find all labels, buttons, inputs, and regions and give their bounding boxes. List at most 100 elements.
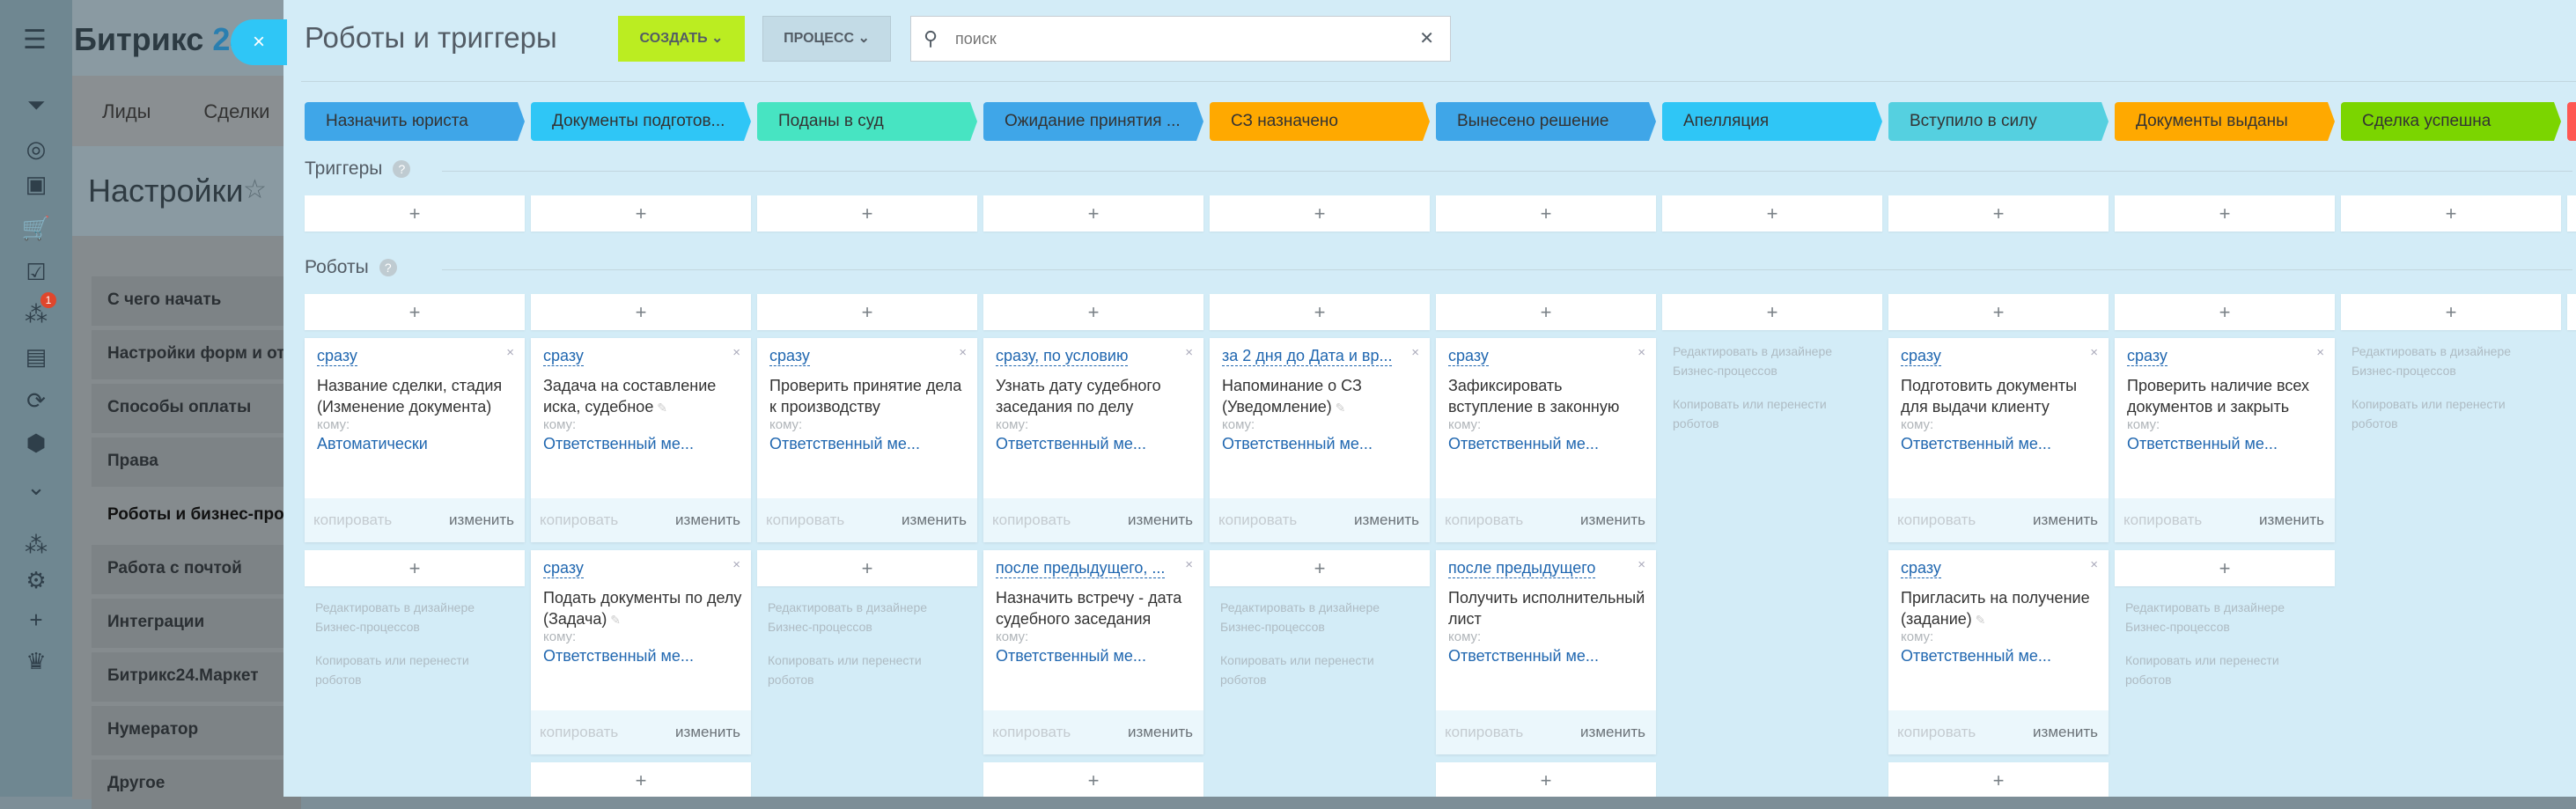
add-robot-button[interactable]: +: [305, 550, 525, 586]
add-robot-button[interactable]: +: [2341, 294, 2561, 330]
copy-move-robots-link[interactable]: Копировать или перенести роботов: [1673, 394, 1872, 433]
edit-button[interactable]: изменить: [1128, 511, 1193, 529]
crown-icon[interactable]: ♛: [19, 644, 53, 678]
add-trigger-button[interactable]: +: [1888, 195, 2109, 232]
search-input[interactable]: [955, 27, 1395, 50]
pencil-icon[interactable]: ✎: [1332, 401, 1346, 415]
robot-trigger-condition[interactable]: после предыдущего, ...: [996, 559, 1166, 578]
stage-tab[interactable]: Вынесено решение: [1436, 102, 1656, 141]
add-trigger-button[interactable]: +: [305, 195, 525, 232]
add-robot-button[interactable]: +: [1436, 294, 1656, 330]
copy-button[interactable]: копировать: [1897, 511, 1976, 529]
delete-robot-icon[interactable]: ×: [2316, 345, 2324, 360]
chevron-down-icon[interactable]: ⌄: [19, 470, 53, 504]
stage-tab[interactable]: Поданы в суд: [757, 102, 977, 141]
copy-button[interactable]: копировать: [766, 511, 844, 529]
menu-item[interactable]: Интеграции: [92, 599, 301, 648]
copy-button[interactable]: копировать: [1445, 511, 1523, 529]
menu-item[interactable]: Нумератор: [92, 706, 301, 755]
menu-item[interactable]: Роботы и бизнес-процессы: [92, 491, 301, 541]
stage-tab[interactable]: Сделка успешна: [2341, 102, 2561, 141]
task-icon[interactable]: ☑: [19, 255, 53, 289]
delete-robot-icon[interactable]: ×: [1185, 345, 1193, 360]
add-trigger-button[interactable]: +: [1210, 195, 1430, 232]
edit-button[interactable]: изменить: [675, 511, 740, 529]
robot-trigger-condition[interactable]: сразу: [543, 559, 584, 578]
network-icon[interactable]: ⁂ 1: [19, 292, 56, 331]
add-trigger-button[interactable]: +: [2115, 195, 2335, 232]
delete-robot-icon[interactable]: ×: [2090, 345, 2098, 360]
nav-deals[interactable]: Сделки: [203, 100, 269, 146]
pencil-icon[interactable]: ✎: [1972, 613, 1986, 627]
add-robot-button[interactable]: +: [1888, 294, 2109, 330]
edit-button[interactable]: изменить: [2033, 724, 2098, 741]
menu-item[interactable]: Другое: [92, 760, 301, 809]
box-icon[interactable]: ⬢: [19, 426, 53, 460]
add-trigger-button[interactable]: +: [2341, 195, 2561, 232]
stage-tab[interactable]: СЗ назначено: [1210, 102, 1430, 141]
logo[interactable]: Битрикс 24: [74, 21, 247, 58]
edit-in-designer-link[interactable]: Редактировать в дизайнере Бизнес-процесс…: [768, 598, 967, 636]
stage-tab[interactable]: Документы подготов...: [531, 102, 751, 141]
delete-robot-icon[interactable]: ×: [1185, 557, 1193, 572]
recipient-value[interactable]: Ответственный ме...: [996, 647, 1146, 666]
recipient-value[interactable]: Ответственный ме...: [769, 435, 920, 453]
add-trigger-button[interactable]: +: [1662, 195, 1882, 232]
edit-in-designer-link[interactable]: Редактировать в дизайнере Бизнес-процесс…: [1220, 598, 1419, 636]
gear-icon[interactable]: ⚙: [19, 563, 53, 597]
menu-item[interactable]: С чего начать: [92, 276, 301, 326]
stage-tab[interactable]: Вступило в силу: [1888, 102, 2109, 141]
star-icon[interactable]: ☆: [243, 174, 267, 205]
delete-robot-icon[interactable]: ×: [1638, 345, 1645, 360]
close-panel-button[interactable]: ×: [231, 19, 287, 65]
help-icon[interactable]: ?: [393, 160, 411, 179]
edit-button[interactable]: изменить: [2259, 511, 2324, 529]
cart-icon[interactable]: 🛒: [19, 211, 53, 245]
copy-move-robots-link[interactable]: Копировать или перенести роботов: [315, 651, 514, 689]
plus-icon[interactable]: +: [19, 603, 53, 636]
add-robot-button[interactable]: +: [305, 294, 525, 330]
recipient-value[interactable]: Ответственный ме...: [1222, 435, 1373, 453]
add-robot-button[interactable]: +: [2115, 550, 2335, 586]
add-robot-button[interactable]: +: [531, 294, 751, 330]
menu-icon[interactable]: ☰: [23, 25, 47, 55]
robot-trigger-condition[interactable]: сразу, по условию: [996, 347, 1129, 366]
process-button[interactable]: ПРОЦЕСС ⌄: [762, 16, 891, 62]
robot-trigger-condition[interactable]: сразу: [1901, 347, 1941, 366]
recipient-value[interactable]: Ответственный ме...: [996, 435, 1146, 453]
create-button[interactable]: СОЗДАТЬ ⌄: [618, 16, 745, 62]
add-robot-button[interactable]: +: [757, 294, 977, 330]
delete-robot-icon[interactable]: ×: [1638, 557, 1645, 572]
menu-item[interactable]: Битрикс24.Маркет: [92, 652, 301, 702]
pencil-icon[interactable]: ✎: [653, 401, 667, 415]
stage-tab[interactable]: [2567, 102, 2576, 141]
sync-icon[interactable]: ⟳: [19, 384, 53, 417]
edit-in-designer-link[interactable]: Редактировать в дизайнере Бизнес-процесс…: [2352, 342, 2550, 380]
recipient-value[interactable]: Ответственный ме...: [1448, 647, 1599, 666]
add-trigger-button[interactable]: +: [2567, 195, 2576, 232]
contact-icon[interactable]: ▤: [19, 340, 53, 373]
copy-button[interactable]: копировать: [1218, 511, 1297, 529]
copy-button[interactable]: копировать: [992, 511, 1071, 529]
edit-in-designer-link[interactable]: Редактировать в дизайнере Бизнес-процесс…: [315, 598, 514, 636]
nav-leads[interactable]: Лиды: [102, 100, 151, 146]
pencil-icon[interactable]: ✎: [607, 613, 621, 627]
edit-button[interactable]: изменить: [1580, 511, 1645, 529]
add-robot-button[interactable]: +: [1662, 294, 1882, 330]
delete-robot-icon[interactable]: ×: [959, 345, 967, 360]
add-robot-button[interactable]: +: [757, 550, 977, 586]
add-robot-button[interactable]: +: [983, 762, 1203, 797]
edit-button[interactable]: изменить: [1128, 724, 1193, 741]
target-icon[interactable]: ◎: [19, 132, 53, 165]
menu-item[interactable]: Права: [92, 438, 301, 487]
copy-button[interactable]: копировать: [540, 511, 618, 529]
copy-button[interactable]: копировать: [1897, 724, 1976, 741]
copy-move-robots-link[interactable]: Копировать или перенести роботов: [768, 651, 967, 689]
clear-search-icon[interactable]: ✕: [1419, 27, 1434, 49]
recipient-value[interactable]: Ответственный ме...: [543, 435, 694, 453]
recipient-value[interactable]: Ответственный ме...: [1901, 435, 2051, 453]
add-robot-button[interactable]: +: [1210, 294, 1430, 330]
robot-trigger-condition[interactable]: сразу: [769, 347, 810, 366]
robot-trigger-condition[interactable]: после предыдущего: [1448, 559, 1596, 578]
edit-button[interactable]: изменить: [675, 724, 740, 741]
